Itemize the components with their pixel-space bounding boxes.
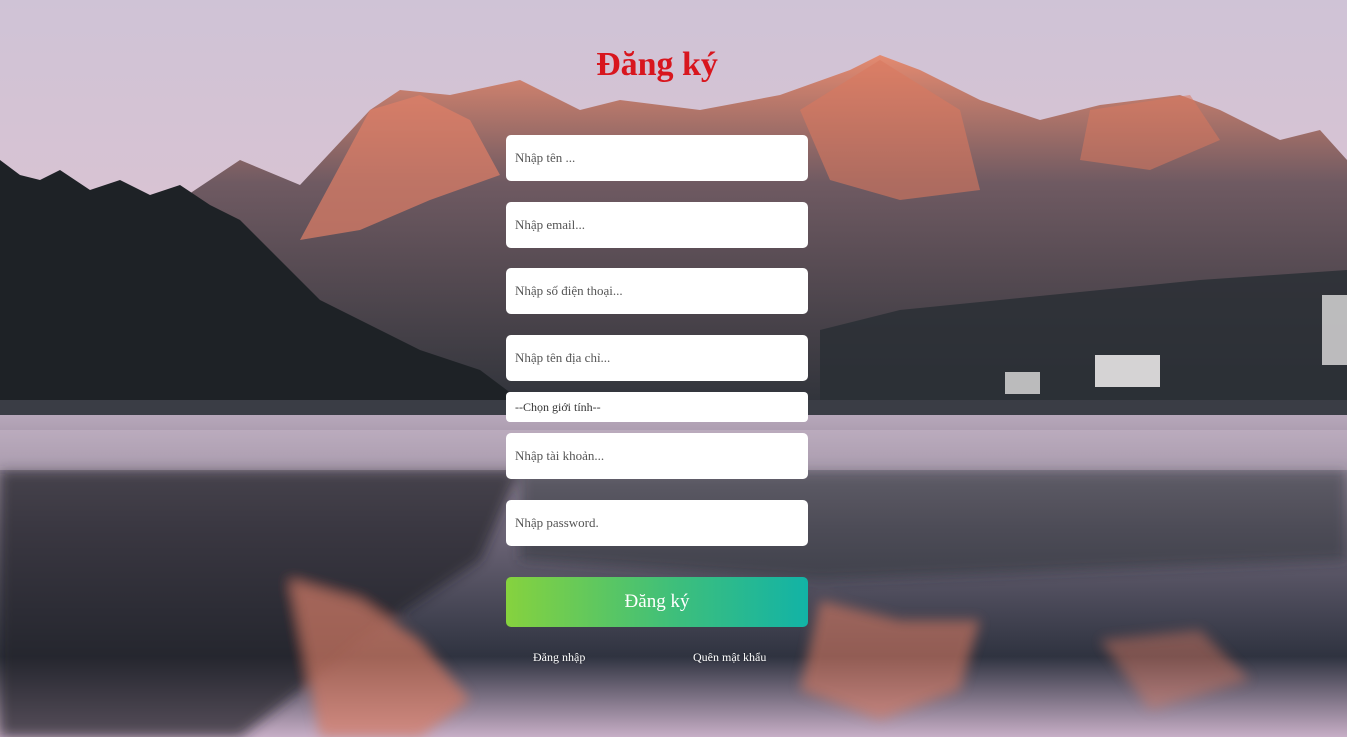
page-title: Đăng ký bbox=[596, 46, 718, 83]
address-field[interactable] bbox=[506, 335, 808, 381]
gender-select[interactable]: --Chọn giới tính-- bbox=[506, 392, 808, 422]
register-button[interactable]: Đăng ký bbox=[506, 577, 808, 627]
login-link[interactable]: Đăng nhập bbox=[533, 650, 585, 665]
gender-select-value: --Chọn giới tính-- bbox=[515, 400, 601, 414]
name-field[interactable] bbox=[506, 135, 808, 181]
register-page: Đăng ký --Chọn giới tính-- Đăng ký Đăng … bbox=[0, 0, 1347, 737]
email-field[interactable] bbox=[506, 202, 808, 248]
phone-field[interactable] bbox=[506, 268, 808, 314]
username-field[interactable] bbox=[506, 433, 808, 479]
password-field[interactable] bbox=[506, 500, 808, 546]
forgot-password-link[interactable]: Quên mật khẩu bbox=[693, 650, 766, 665]
